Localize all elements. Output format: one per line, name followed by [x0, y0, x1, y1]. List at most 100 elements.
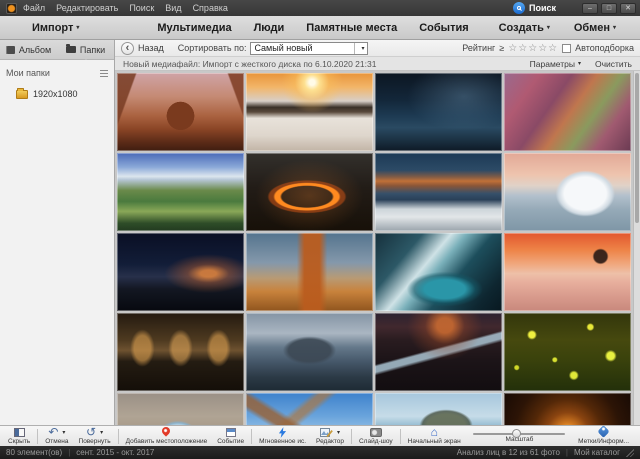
tab-places[interactable]: Памятные места [306, 22, 397, 34]
titlebar: Файл Редактировать Поиск Вид Справка Пои… [0, 0, 640, 16]
photo-thumbnail-canyon-river-dusk[interactable] [375, 313, 502, 391]
import-batch-label: Новый медиафайл: Импорт с жесткого диска… [123, 59, 376, 69]
photo-thumbnail-iceberg-sunset[interactable] [504, 153, 631, 231]
toolbar-separator [400, 429, 401, 444]
zoom-slider[interactable] [473, 433, 565, 435]
add-event-button[interactable]: Событие [212, 426, 249, 446]
photo-grid [115, 71, 633, 425]
tab-album[interactable]: Альбом [0, 40, 57, 59]
resize-grip-icon[interactable] [626, 449, 634, 457]
photo-thumbnail-green-valley-cliffs[interactable] [117, 153, 244, 231]
minimize-button[interactable]: – [582, 3, 598, 14]
editor-button[interactable]: Редактор [311, 426, 349, 446]
tab-events[interactable]: События [419, 22, 468, 34]
instant-fix-button[interactable]: Мгновенное ис. [254, 426, 311, 446]
tags-info-button[interactable]: Метки/Информ... [573, 426, 634, 446]
items-count: 80 элемент(ов) [6, 448, 62, 457]
star-icon[interactable]: ☆ [508, 43, 518, 54]
hide-panel-button[interactable]: Скрыть [3, 426, 35, 446]
sort-select[interactable]: Самый новый [250, 42, 368, 55]
status-bar: 80 элемент(ов) | сент. 2015 - окт. 2017 … [0, 446, 640, 459]
rotate-button[interactable]: Повернуть [74, 426, 116, 446]
photo-thumbnail-stone-arch-village[interactable] [117, 393, 244, 425]
chevron-down-icon [337, 429, 340, 436]
organizer-window: Файл Редактировать Поиск Вид Справка Пои… [0, 0, 640, 459]
sort-by-label: Сортировать по: [178, 43, 247, 53]
photo-thumbnail-frozen-lake-sunrise[interactable] [246, 73, 373, 151]
photo-thumbnail-ancient-cistern[interactable] [117, 313, 244, 391]
sort-value: Самый новый [254, 43, 312, 53]
star-icon[interactable]: ☆ [518, 43, 528, 54]
back-label[interactable]: Назад [138, 43, 164, 53]
tab-people[interactable]: Люди [254, 22, 285, 34]
chevron-down-icon [578, 60, 581, 67]
folders-panel: Мои папки 1920x1080 [0, 60, 114, 425]
back-button[interactable] [121, 42, 134, 55]
slideshow-icon [370, 428, 382, 437]
star-icon[interactable]: ☆ [538, 43, 548, 54]
autocurate-checkbox[interactable] [562, 44, 571, 53]
album-icon [6, 46, 15, 54]
home-screen-button[interactable]: Начальный экран [403, 426, 466, 446]
folder-item-1920x1080[interactable]: 1920x1080 [6, 87, 108, 101]
my-folders-label: Мои папки [6, 68, 50, 78]
toolbar-separator [37, 429, 38, 444]
menu-edit[interactable]: Редактировать [56, 3, 118, 13]
menu-find[interactable]: Поиск [129, 3, 154, 13]
photo-thumbnail-glacier-ice-cave[interactable] [375, 233, 502, 311]
lightning-icon [278, 427, 287, 438]
photo-thumbnail-spiral-staircase[interactable] [504, 393, 631, 425]
photo-thumbnail-desert-hoodoo[interactable] [246, 233, 373, 311]
search-icon [513, 2, 525, 14]
photo-thumbnail-rainbow-mountains[interactable] [504, 73, 631, 151]
photo-thumbnail-monument-valley[interactable] [117, 73, 244, 151]
autocurate-label: Автоподборка [575, 43, 634, 53]
photo-thumbnail-lava-field[interactable] [246, 153, 373, 231]
chevron-down-icon [613, 24, 616, 31]
menu-file[interactable]: Файл [23, 3, 45, 13]
folder-icon [66, 46, 76, 53]
menu-help[interactable]: Справка [193, 3, 228, 13]
share-button[interactable]: Обмен [574, 22, 616, 34]
window-controls: – □ ✕ [582, 3, 636, 14]
search-button[interactable]: Поиск [513, 2, 556, 14]
options-button[interactable]: Параметры [530, 59, 581, 69]
photo-thumbnail-lone-tree-sunset[interactable] [504, 233, 631, 311]
vertical-scrollbar[interactable] [633, 71, 640, 425]
hide-panel-icon [14, 428, 25, 437]
import-button[interactable]: Импорт [32, 22, 79, 34]
folder-label: 1920x1080 [33, 89, 78, 99]
scrollbar-thumb[interactable] [635, 73, 639, 223]
photo-thumbnail-mountain-lake-dusk[interactable] [375, 153, 502, 231]
tab-folders[interactable]: Папки [57, 40, 114, 59]
maximize-button[interactable]: □ [601, 3, 617, 14]
photo-thumbnail-night-ridge-stars[interactable] [117, 233, 244, 311]
tab-media[interactable]: Мультимедиа [157, 22, 231, 34]
photo-thumbnail-dark-coast-rocks[interactable] [375, 73, 502, 151]
star-icon[interactable]: ☆ [548, 43, 558, 54]
undo-button[interactable]: Отмена [40, 426, 73, 446]
left-sidebar: Альбом Папки Мои папки 1920x1080 [0, 40, 115, 425]
folder-view-toggle-icon[interactable] [100, 70, 108, 77]
chevron-down-icon [361, 45, 364, 52]
photo-editor-icon [320, 427, 333, 438]
star-icon[interactable]: ☆ [528, 43, 538, 54]
close-button[interactable]: ✕ [620, 3, 636, 14]
rating-stars[interactable]: ☆☆☆☆☆ [508, 43, 558, 54]
calendar-icon [226, 428, 236, 437]
photo-thumbnail-giants-causeway[interactable] [246, 313, 373, 391]
menu-view[interactable]: Вид [165, 3, 181, 13]
app-icon [6, 3, 17, 14]
chevron-down-icon [76, 24, 79, 31]
sub-toolbar: Назад Сортировать по: Самый новый Рейтин… [115, 40, 640, 57]
create-button[interactable]: Создать [499, 22, 550, 34]
clear-button[interactable]: Очистить [595, 59, 632, 69]
zoom-slider-thumb[interactable] [512, 429, 521, 438]
navbar: Импорт Мультимедиа Люди Памятные места С… [0, 16, 640, 40]
slideshow-button[interactable]: Слайд-шоу [354, 426, 398, 446]
rating-operator[interactable]: ≥ [499, 43, 504, 53]
add-location-button[interactable]: Добавить местоположение [121, 426, 213, 446]
photo-thumbnail-wooden-coaster-sky[interactable] [246, 393, 373, 425]
photo-thumbnail-coastal-islet[interactable] [375, 393, 502, 425]
photo-thumbnail-fireflies-forest[interactable] [504, 313, 631, 391]
